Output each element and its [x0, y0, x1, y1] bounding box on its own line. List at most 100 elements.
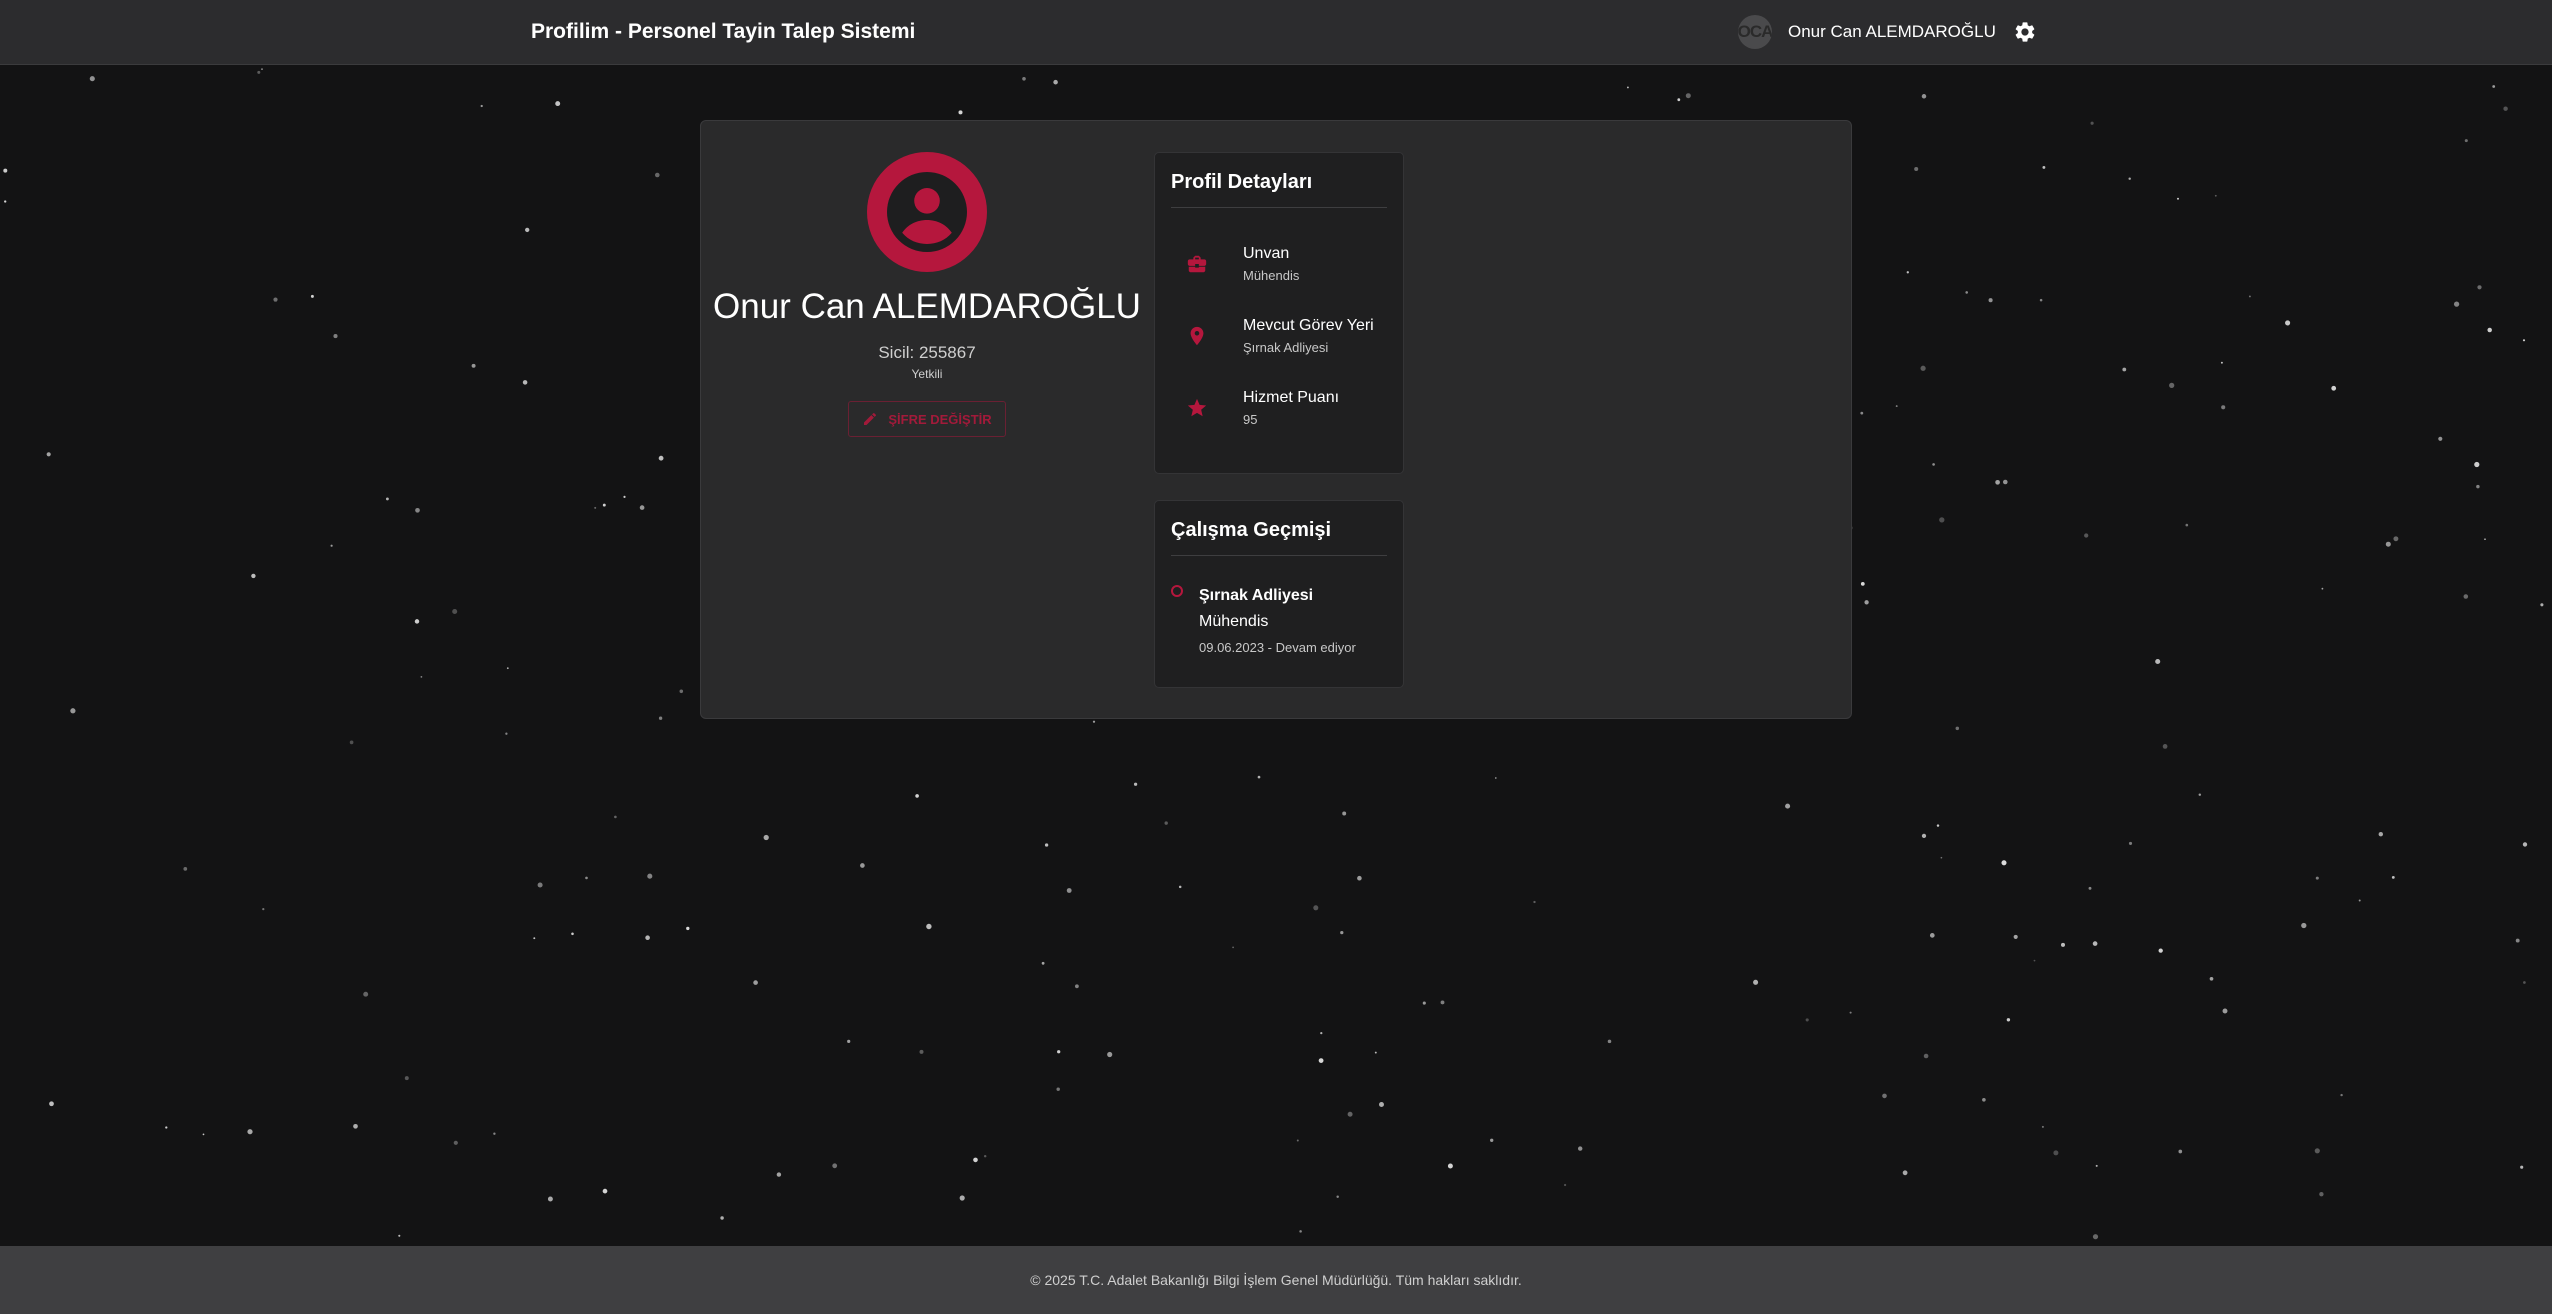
divider: [1171, 555, 1387, 556]
star-dot: [645, 935, 650, 940]
star-dot: [1860, 582, 1865, 586]
star-dot: [2060, 942, 2066, 947]
star-dot: [385, 497, 389, 501]
star-dot: [926, 923, 932, 930]
star-dot: [1133, 782, 1138, 786]
star-dot: [1563, 1183, 1567, 1187]
star-dot: [46, 452, 51, 457]
profile-full-name: Onur Can ALEMDAROĞLU: [713, 287, 1141, 326]
star-dot: [1906, 271, 1909, 274]
star-dot: [2053, 1150, 2059, 1156]
star-dot: [2220, 361, 2223, 364]
star-dot: [1022, 76, 1026, 81]
star-dot: [2391, 875, 2395, 879]
star-dot: [847, 1039, 851, 1043]
star-dot: [1965, 291, 1968, 294]
star-dot: [349, 740, 354, 745]
star-dot: [1864, 600, 1869, 605]
star-dot: [594, 506, 597, 509]
profile-avatar: [867, 152, 987, 272]
star-dot: [2393, 536, 2399, 542]
star-dot: [2464, 139, 2468, 143]
star-dot: [2315, 876, 2319, 880]
change-password-button[interactable]: ŞİFRE DEĞİŞTİR: [848, 401, 1006, 437]
star-dot: [2522, 842, 2528, 847]
star-dot: [1374, 1051, 1377, 1054]
avatar[interactable]: OCA: [1738, 15, 1772, 49]
star-dot: [404, 1076, 409, 1081]
star-dot: [1053, 79, 1058, 85]
star-dot: [2463, 594, 2469, 599]
star-dot: [70, 708, 76, 714]
star-dot: [958, 110, 963, 115]
star-dot: [1056, 1087, 1060, 1091]
star-dot: [2492, 85, 2496, 88]
star-dot: [1955, 726, 1960, 731]
star-dot: [658, 716, 663, 720]
star-dot: [453, 1140, 458, 1145]
star-dot: [2209, 976, 2214, 981]
star-dot: [2084, 533, 2089, 538]
star-dot: [860, 863, 865, 868]
star-dot: [1313, 905, 1319, 911]
star-dot: [1685, 93, 1691, 99]
top-app-bar: Profilim - Personel Tayin Talep Sistemi …: [0, 0, 2552, 65]
star-dot: [537, 882, 543, 888]
star-dot: [720, 1216, 724, 1220]
star-dot: [2006, 1018, 2011, 1022]
user-name[interactable]: Onur Can ALEMDAROĞLU: [1788, 22, 1996, 42]
star-dot: [1494, 777, 1497, 779]
star-dot: [2095, 1164, 2098, 1167]
star-dot: [1357, 875, 1362, 881]
star-dot: [420, 676, 423, 678]
profile-details-card: Profil Detayları Unvan Mühendis Mevcut G…: [1154, 152, 1404, 474]
star-dot: [1995, 479, 2000, 485]
star-dot: [1982, 1097, 1986, 1102]
briefcase-icon: [1185, 252, 1209, 276]
star-dot: [2378, 832, 2383, 837]
star-dot: [1860, 411, 1864, 415]
star-dot: [1296, 1139, 1299, 1142]
star-dot: [547, 1196, 553, 1202]
star-dot: [353, 1123, 358, 1129]
star-dot: [1178, 885, 1182, 889]
star-dot: [2248, 295, 2251, 298]
star-dot: [2321, 587, 2324, 590]
star-dot: [2001, 860, 2007, 866]
star-dot: [1921, 94, 1927, 99]
star-dot: [832, 1163, 838, 1169]
star-dot: [973, 1157, 978, 1163]
star-dot: [1422, 1001, 1426, 1005]
star-dot: [1895, 405, 1898, 408]
star-dot: [1607, 1039, 1612, 1044]
star-dot: [1044, 843, 1049, 847]
detail-value: Şırnak Adliyesi: [1243, 340, 1329, 355]
change-password-label: ŞİFRE DEĞİŞTİR: [888, 411, 992, 427]
star-dot: [1533, 900, 1536, 904]
star-dot: [983, 1154, 987, 1158]
detail-value: 95: [1243, 412, 1258, 427]
star-dot: [1882, 1093, 1887, 1099]
star-dot: [2340, 1093, 2343, 1097]
star-dot: [1988, 298, 1993, 303]
star-dot: [251, 573, 256, 579]
star-dot: [1785, 803, 1791, 809]
star-dot: [262, 907, 265, 911]
settings-button[interactable]: [2012, 19, 2038, 45]
star-dot: [533, 937, 536, 940]
star-dot: [614, 815, 617, 819]
star-dot: [1107, 1051, 1113, 1058]
star-dot: [2438, 436, 2443, 441]
star-dot: [2041, 1125, 2044, 1128]
star-dot: [1920, 365, 1926, 371]
star-dot: [959, 1195, 965, 1201]
star-dot: [2314, 1148, 2320, 1154]
star-dot: [915, 794, 919, 798]
star-dot: [1318, 1058, 1324, 1063]
star-dot: [1923, 1053, 1929, 1059]
star-dot: [363, 991, 369, 997]
star-dot: [2301, 922, 2307, 929]
user-area: OCA Onur Can ALEMDAROĞLU: [1738, 15, 2038, 49]
star-dot: [1578, 1146, 1583, 1151]
star-dot: [2285, 320, 2291, 326]
